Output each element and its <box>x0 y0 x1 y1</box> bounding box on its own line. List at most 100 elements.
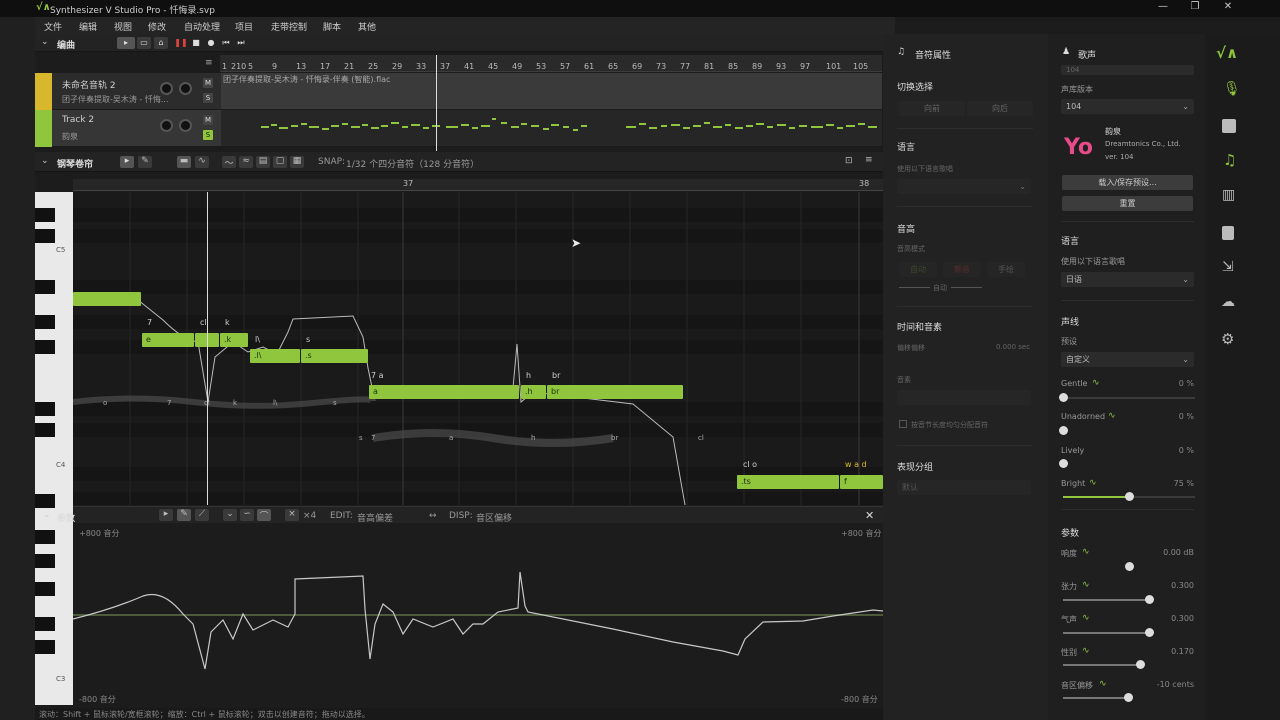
slider-thumb[interactable] <box>1135 660 1145 669</box>
singer-icon[interactable] <box>35 110 52 147</box>
piano-playhead[interactable] <box>207 192 208 505</box>
slider-value[interactable]: -10 cents <box>1157 680 1194 689</box>
pan-knob[interactable] <box>179 119 192 132</box>
slider-value[interactable]: 0 % <box>1179 412 1194 421</box>
cloud-icon[interactable]: ☁ <box>1221 294 1235 310</box>
note-block[interactable]: e <box>142 333 194 347</box>
menu-transport[interactable]: 走带控制 <box>271 20 307 33</box>
swap-icon[interactable]: ↔ <box>429 511 437 521</box>
music-note-icon[interactable]: ♫ <box>1223 151 1236 169</box>
slider-thumb[interactable] <box>1123 693 1133 702</box>
loudness-slider[interactable] <box>1063 562 1195 571</box>
slider-value[interactable]: 0 % <box>1179 379 1194 388</box>
black-key[interactable] <box>35 229 55 243</box>
slider-thumb[interactable] <box>1125 562 1134 571</box>
black-key[interactable] <box>35 280 55 294</box>
library-icon[interactable]: ▥ <box>1222 187 1235 203</box>
solo-button[interactable]: S <box>203 130 213 140</box>
note-block[interactable]: .h <box>521 385 546 399</box>
curve-tool-button[interactable]: ∿ <box>195 156 209 168</box>
forward-button[interactable]: ⏭ <box>234 37 248 49</box>
automation-icon[interactable]: ∿ <box>1099 679 1107 689</box>
grid-view-button[interactable]: ▦ <box>290 156 304 168</box>
black-key[interactable] <box>35 423 55 437</box>
black-key[interactable] <box>35 208 55 222</box>
slider-thumb[interactable] <box>1059 459 1068 468</box>
snap-value[interactable]: 1/32 个四分音符（128 分音符） <box>346 157 479 170</box>
phoneme-input[interactable] <box>897 390 1031 405</box>
language-select[interactable]: ⌄ <box>897 179 1031 194</box>
slider-value[interactable]: 0.170 <box>1171 647 1194 656</box>
pointer-tool-button[interactable]: ▸ <box>159 509 173 521</box>
line-tool-button[interactable]: ⟋ <box>195 509 209 521</box>
note-block[interactable]: a <box>369 385 519 399</box>
slider-thumb[interactable] <box>1144 595 1154 604</box>
lively-slider[interactable] <box>1059 459 1195 468</box>
track-header-2[interactable]: Track 2 韵泉 M S <box>35 110 221 147</box>
slider-value[interactable]: 75 % <box>1174 479 1194 488</box>
black-key[interactable] <box>35 402 55 416</box>
vibrato-view-button[interactable]: ≈ <box>239 156 253 168</box>
gear-icon[interactable]: ⚙ <box>1221 330 1234 348</box>
track-name[interactable]: Track 2 <box>62 115 94 125</box>
disp-value[interactable]: 音区偏移 <box>476 511 512 524</box>
note-block[interactable]: .k <box>220 333 248 347</box>
black-key[interactable] <box>35 617 55 631</box>
automation-icon[interactable]: ∿ <box>1092 378 1100 388</box>
collapse-chevron-icon[interactable]: ⌄ <box>43 510 51 520</box>
gentle-slider[interactable] <box>1059 393 1195 402</box>
select-tool-button[interactable]: ▭ <box>137 37 151 49</box>
curve-tool-button[interactable]: ∽ <box>240 509 254 521</box>
volume-knob[interactable] <box>160 82 173 95</box>
automation-icon[interactable]: ∿ <box>1082 646 1090 656</box>
note-block[interactable] <box>73 292 141 306</box>
track-name[interactable]: 未命名音轨 2 <box>62 78 116 91</box>
gender-slider[interactable] <box>1063 660 1195 669</box>
phoneme-view-button[interactable]: ▢ <box>273 156 287 168</box>
db-version-select[interactable]: 104 ⌄ <box>1061 99 1194 114</box>
pointer-tool-button[interactable]: ▸ <box>120 156 134 168</box>
microphone-icon[interactable]: 🎙 <box>1223 81 1241 97</box>
piano-menu-icon[interactable]: ≡ <box>865 155 873 165</box>
slider-value[interactable]: 0.300 <box>1171 581 1194 590</box>
lock-tool-button[interactable]: ⌂ <box>154 37 168 49</box>
distribute-checkbox[interactable] <box>899 420 907 428</box>
slider-thumb[interactable] <box>1059 393 1068 402</box>
pause-record-button[interactable]: ❚❚ <box>174 37 188 49</box>
automation-icon[interactable]: ∿ <box>1082 613 1090 623</box>
track-menu-icon[interactable]: ≡ <box>205 58 213 68</box>
note-block[interactable]: br <box>547 385 683 399</box>
menu-other[interactable]: 其他 <box>358 20 376 33</box>
note-lane-2[interactable] <box>221 110 882 147</box>
menu-edit[interactable]: 编辑 <box>79 20 97 33</box>
black-key[interactable] <box>35 340 55 354</box>
black-key[interactable] <box>35 582 55 596</box>
export-icon[interactable]: ⇲ <box>1222 259 1234 275</box>
previous-field[interactable]: 104 <box>1061 65 1194 75</box>
slider-thumb[interactable] <box>1059 426 1068 435</box>
black-key[interactable] <box>35 554 55 568</box>
piano-roll-grid[interactable]: e .k .l\ .s a .h br .ts f 7 cl k l\ s 7 … <box>73 192 883 505</box>
note-block[interactable]: .l\ <box>250 349 300 363</box>
pen-tool-button[interactable]: ✎ <box>138 156 152 168</box>
automation-icon[interactable]: ∿ <box>1082 580 1090 590</box>
clapper-icon[interactable] <box>1222 119 1236 133</box>
minimize-button[interactable]: — <box>1148 1 1178 12</box>
unadorned-slider[interactable] <box>1059 426 1195 435</box>
edit-value[interactable]: 音高偏差 <box>357 511 393 524</box>
collapse-chevron-icon[interactable]: ⌄ <box>41 156 49 166</box>
offset-value[interactable]: 0.000 sec <box>996 343 1030 351</box>
tension-slider[interactable] <box>1063 595 1195 604</box>
maximize-button[interactable]: ❐ <box>1180 1 1210 12</box>
piano-keyboard[interactable]: C5 C4 C3 <box>35 192 73 705</box>
menu-project[interactable]: 项目 <box>235 20 253 33</box>
pitch-shift-slider[interactable] <box>1063 693 1195 702</box>
solo-button[interactable]: S <box>203 93 213 103</box>
menu-file[interactable]: 文件 <box>44 20 62 33</box>
next-note-button[interactable]: 向后 <box>967 101 1033 116</box>
note-block[interactable]: f <box>840 475 883 489</box>
rewind-button[interactable]: ⏮ <box>219 37 233 49</box>
mute-button[interactable]: M <box>203 78 213 88</box>
close-button[interactable]: ✕ <box>1213 1 1243 12</box>
volume-knob[interactable] <box>160 119 173 132</box>
